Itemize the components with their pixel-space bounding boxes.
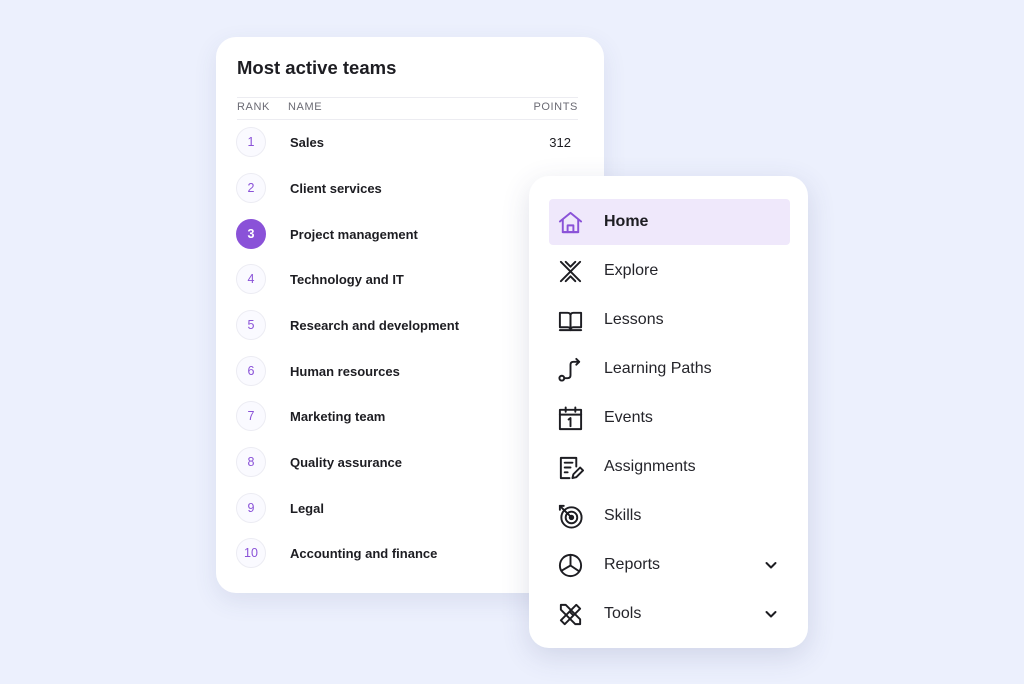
rank-badge: 6 [236, 356, 266, 386]
table-row[interactable]: 1 Sales 312 [216, 127, 604, 173]
nav-label: Learning Paths [604, 360, 712, 377]
nav-item-skills[interactable]: Skills [549, 493, 790, 539]
pie-chart-icon [557, 552, 584, 579]
nav-label: Events [604, 409, 653, 426]
chevron-down-icon[interactable] [764, 558, 778, 572]
path-icon [557, 356, 584, 383]
nav-label: Home [604, 213, 649, 230]
team-name: Client services [290, 181, 382, 196]
team-name: Project management [290, 227, 418, 242]
team-name: Marketing team [290, 409, 386, 424]
rank-badge: 1 [236, 127, 266, 157]
nav-item-assignments[interactable]: Assignments [549, 444, 790, 490]
nav-label: Assignments [604, 458, 696, 475]
assignment-icon [557, 454, 584, 481]
navigation-menu: Home Explore Lessons Learning Paths Even… [529, 176, 808, 648]
rank-badge: 4 [236, 264, 266, 294]
target-icon [557, 503, 584, 530]
rank-badge: 10 [236, 538, 266, 568]
nav-item-explore[interactable]: Explore [549, 248, 790, 294]
column-header-name[interactable]: NAME [288, 101, 322, 113]
nav-label: Reports [604, 556, 661, 573]
nav-item-events[interactable]: Events [549, 395, 790, 441]
rank-badge-active: 3 [236, 219, 266, 249]
team-name: Accounting and finance [290, 546, 438, 561]
nav-label: Explore [604, 262, 659, 279]
nav-label: Skills [604, 507, 642, 524]
book-icon [557, 307, 584, 334]
nav-item-tools[interactable]: Tools [549, 591, 790, 637]
team-name: Human resources [290, 364, 400, 379]
home-icon [557, 209, 584, 236]
team-name: Sales [290, 135, 324, 150]
explore-icon [557, 258, 584, 285]
rank-badge: 5 [236, 310, 266, 340]
team-points: 312 [549, 135, 571, 150]
header-divider [237, 119, 578, 120]
nav-item-learning-paths[interactable]: Learning Paths [549, 346, 790, 392]
rank-badge: 8 [236, 447, 266, 477]
calendar-icon [557, 405, 584, 432]
team-name: Technology and IT [290, 272, 404, 287]
team-name: Research and development [290, 318, 460, 333]
nav-label: Tools [604, 605, 642, 622]
header-divider [237, 97, 578, 98]
team-name: Legal [290, 501, 324, 516]
rank-badge: 7 [236, 401, 266, 431]
tools-icon [557, 601, 584, 628]
nav-label: Lessons [604, 311, 664, 328]
rank-badge: 9 [236, 493, 266, 523]
rank-badge: 2 [236, 173, 266, 203]
chevron-down-icon[interactable] [764, 607, 778, 621]
card-title: Most active teams [237, 57, 397, 78]
nav-item-reports[interactable]: Reports [549, 542, 790, 588]
nav-item-lessons[interactable]: Lessons [549, 297, 790, 343]
column-header-rank[interactable]: RANK [237, 101, 270, 113]
column-header-points[interactable]: POINTS [533, 101, 578, 113]
team-name: Quality assurance [290, 455, 402, 470]
nav-item-home[interactable]: Home [549, 199, 790, 245]
